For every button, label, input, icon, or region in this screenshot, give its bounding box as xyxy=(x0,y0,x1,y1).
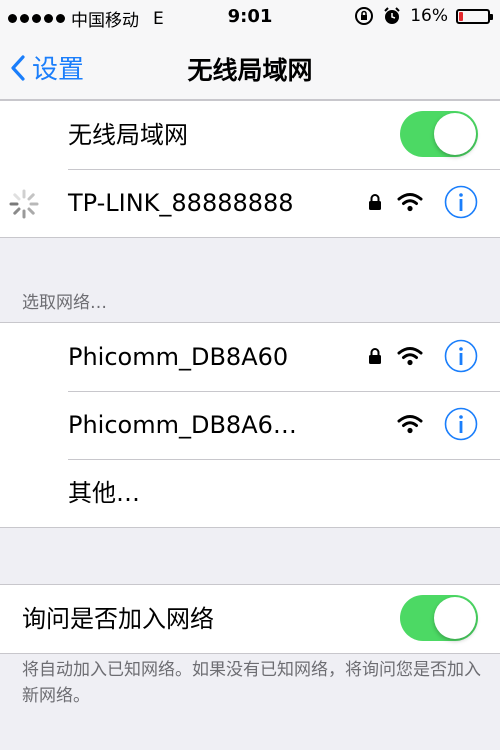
ask-to-join-row: 询问是否加入网络 xyxy=(0,585,500,653)
info-button[interactable] xyxy=(444,339,478,373)
info-button[interactable] xyxy=(444,185,478,219)
other-network-row[interactable]: 其他… xyxy=(0,459,500,527)
wlan-toggle-row: 无线局域网 xyxy=(0,101,500,169)
navigation-bar: 设置 无线局域网 xyxy=(0,34,500,100)
wlan-toggle-label: 无线局域网 xyxy=(68,121,188,149)
page-title: 无线局域网 xyxy=(187,56,313,85)
wifi-signal-icon xyxy=(397,193,423,212)
battery-percent: 16% xyxy=(410,6,448,26)
ask-to-join-group: 询问是否加入网络 xyxy=(0,584,500,654)
ask-to-join-footer: 将自动加入已知网络。如果没有已知网络，将询问您是否加入新网络。 xyxy=(22,660,481,706)
current-network-name: TP-LINK_88888888 xyxy=(68,189,294,217)
status-right: 16% xyxy=(354,6,493,26)
alarm-icon xyxy=(384,7,400,24)
network-row[interactable]: Phicomm_DB8A60 xyxy=(0,323,500,391)
ask-to-join-switch[interactable] xyxy=(400,595,478,641)
network-name: Phicomm_DB8A60 xyxy=(68,343,289,371)
ask-to-join-label: 询问是否加入网络 xyxy=(22,605,214,633)
wifi-signal-icon xyxy=(397,415,423,434)
lock-icon xyxy=(369,194,381,210)
network-list: Phicomm_DB8A60 Phicomm_DB8A6… 其他… xyxy=(0,322,500,528)
lock-icon xyxy=(369,348,381,364)
choose-network-header: 选取网络… xyxy=(22,293,107,313)
wifi-signal-icon xyxy=(397,347,423,366)
status-bar: 中国移动 E 9:01 16% xyxy=(0,0,500,34)
wlan-group: 无线局域网 TP-LINK_88888888 xyxy=(0,100,500,238)
network-name: Phicomm_DB8A6… xyxy=(68,411,297,439)
other-network-label: 其他… xyxy=(68,479,140,507)
current-network-row[interactable]: TP-LINK_88888888 xyxy=(0,169,500,237)
rotation-lock-icon xyxy=(355,7,374,25)
wlan-toggle-switch[interactable] xyxy=(400,111,478,157)
toggle-knob xyxy=(434,597,476,639)
toggle-knob xyxy=(434,113,476,155)
loading-spinner-icon xyxy=(9,189,39,219)
info-button[interactable] xyxy=(444,407,478,441)
battery-icon xyxy=(456,8,493,24)
network-row[interactable]: Phicomm_DB8A6… xyxy=(0,391,500,459)
